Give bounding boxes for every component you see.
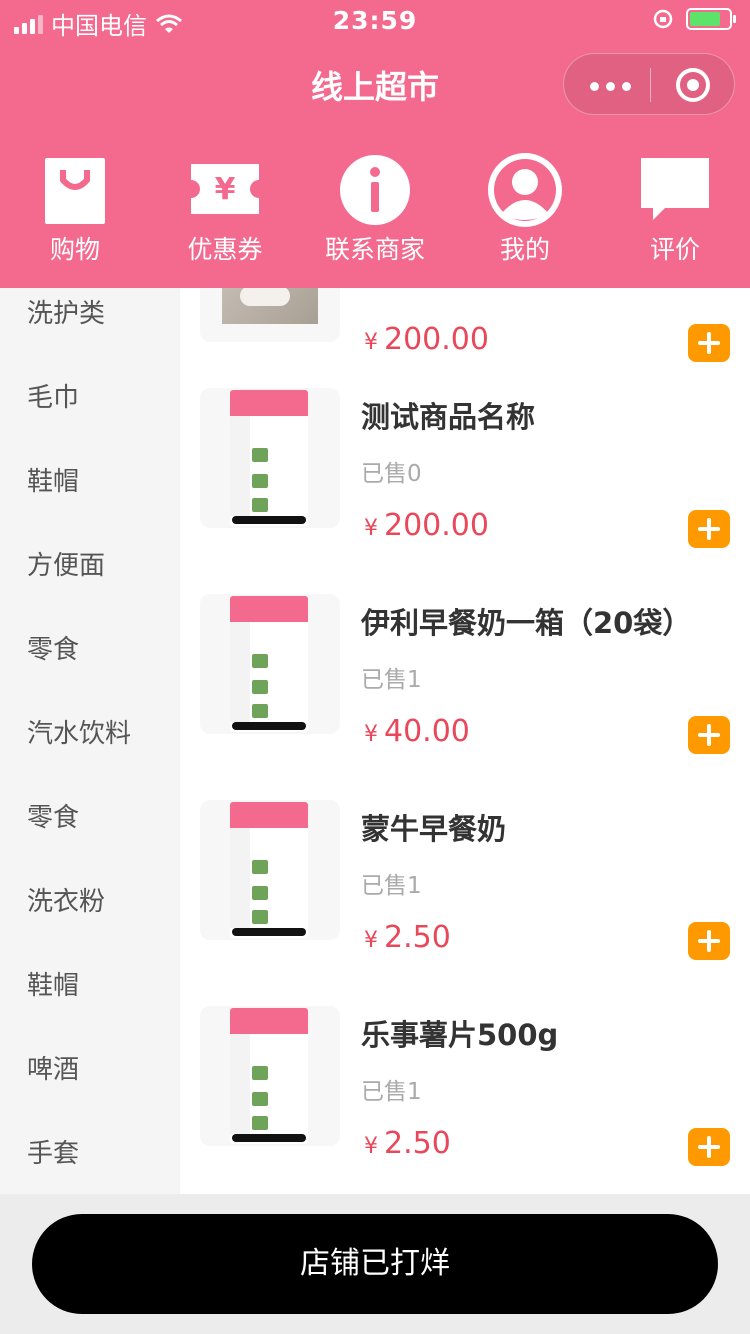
product-image	[200, 800, 340, 940]
coupon-icon: ¥	[191, 164, 259, 214]
nav-label: 优惠券	[187, 235, 263, 264]
product-image	[200, 388, 340, 528]
nav-item-mine[interactable]: 我的	[450, 148, 600, 278]
product-price: ¥200.00	[364, 508, 489, 543]
product-price: ¥40.00	[364, 714, 470, 749]
product-sold-count: 已售1	[361, 1079, 422, 1105]
category-item[interactable]: 啤酒	[0, 1028, 180, 1112]
product-sold-count: 已售0	[361, 461, 422, 487]
product-sold-count: 已售1	[361, 667, 422, 693]
product-name: 伊利早餐奶一箱（20袋）	[361, 606, 692, 640]
nav-item-contact[interactable]: 联系商家	[300, 148, 450, 278]
category-item[interactable]: 方便面	[0, 524, 180, 608]
product-item[interactable]: 伊利早餐奶一箱（20袋） 已售1 ¥40.00	[180, 594, 750, 800]
nav-label: 购物	[49, 235, 100, 264]
clock: 23:59	[332, 6, 418, 35]
battery-icon	[686, 8, 736, 30]
capsule-divider	[650, 68, 651, 102]
close-program-icon[interactable]	[676, 68, 710, 102]
category-item[interactable]: 鞋帽	[0, 944, 180, 1028]
category-item[interactable]: 毛巾	[0, 356, 180, 440]
nav-item-review[interactable]: 评价	[600, 148, 750, 278]
function-icon-bar: 购物 ¥ 优惠券 联系商家 我的 评价	[0, 130, 750, 288]
rotation-lock-icon	[653, 9, 673, 29]
product-name: 蒙牛早餐奶	[361, 812, 507, 846]
nav-item-coupon[interactable]: ¥ 优惠券	[150, 148, 300, 278]
product-price: ¥2.50	[364, 1126, 451, 1161]
product-sold-count: 已售1	[361, 873, 422, 899]
nav-bar: 线上超市	[0, 40, 750, 130]
info-icon	[340, 155, 410, 225]
nav-item-shopping[interactable]: 购物	[0, 148, 150, 278]
category-item[interactable]: 零食	[0, 608, 180, 692]
category-item[interactable]: 汽水饮料	[0, 692, 180, 776]
product-price: ¥2.50	[364, 920, 451, 955]
comment-icon	[641, 158, 709, 220]
product-name: 乐事薯片500g	[361, 1018, 559, 1052]
nav-label: 我的	[499, 235, 550, 264]
add-to-cart-button[interactable]	[688, 324, 730, 362]
product-item[interactable]: 乐事薯片500g 已售1 ¥2.50	[180, 1006, 750, 1194]
category-item[interactable]: 手套	[0, 1112, 180, 1194]
mini-program-capsule	[563, 53, 735, 115]
add-to-cart-button[interactable]	[688, 922, 730, 960]
product-image	[200, 1006, 340, 1146]
svg-text:¥: ¥	[215, 172, 236, 207]
user-icon	[488, 153, 562, 227]
nav-label: 评价	[649, 235, 700, 264]
more-options-icon[interactable]	[590, 82, 631, 91]
category-item[interactable]: 鞋帽	[0, 440, 180, 524]
category-sidebar: 洗护类 毛巾 鞋帽 方便面 零食 汽水饮料 零食 洗衣粉 鞋帽 啤酒 手套	[0, 288, 180, 1194]
product-price: ¥200.00	[364, 322, 489, 357]
product-image	[200, 594, 340, 734]
category-item[interactable]: 洗护类	[0, 288, 180, 356]
store-closed-button[interactable]: 店铺已打烊	[32, 1214, 718, 1314]
footer-bar: 店铺已打烊	[0, 1194, 750, 1334]
add-to-cart-button[interactable]	[688, 1128, 730, 1166]
category-item[interactable]: 零食	[0, 776, 180, 860]
status-bar: 中国电信 23:59	[0, 0, 750, 40]
product-item[interactable]: 蒙牛早餐奶 已售1 ¥2.50	[180, 800, 750, 1006]
product-image	[200, 288, 340, 342]
product-item[interactable]: 测试商品名称 已售0 ¥200.00	[180, 388, 750, 594]
shopping-bag-icon	[45, 158, 105, 224]
add-to-cart-button[interactable]	[688, 716, 730, 754]
add-to-cart-button[interactable]	[688, 510, 730, 548]
nav-label: 联系商家	[324, 235, 425, 264]
category-item[interactable]: 洗衣粉	[0, 860, 180, 944]
product-list: ¥200.00 测试商品名称 已售0 ¥200.00 伊利早餐奶一箱（20袋） …	[180, 288, 750, 1194]
product-name: 测试商品名称	[361, 400, 536, 434]
